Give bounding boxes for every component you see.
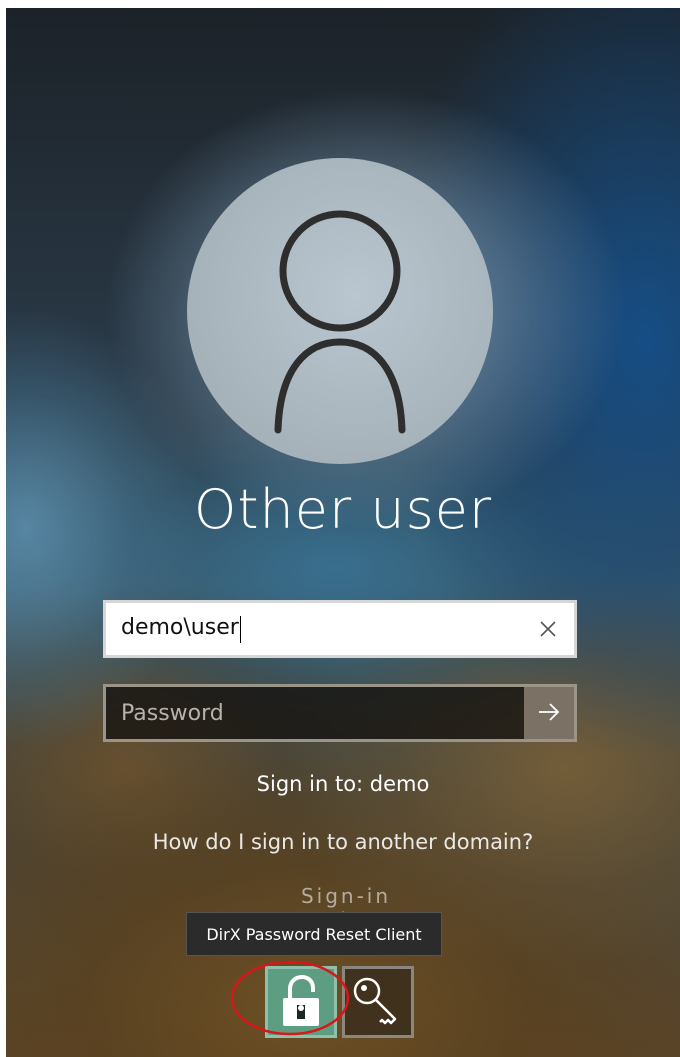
sign-in-domain-text: Sign in to: demo (256, 772, 430, 796)
provider-tooltip: DirX Password Reset Client (186, 912, 442, 956)
password-reset-provider-button[interactable] (265, 966, 337, 1038)
user-name-title: Other user (193, 478, 493, 541)
text-caret (239, 616, 241, 643)
user-silhouette-icon (274, 210, 406, 434)
lock-screen-background: Other user demo\user Password Sign in to… (6, 8, 680, 1057)
padlock-icon (283, 974, 319, 1026)
close-x-icon (540, 615, 556, 643)
password-provider-button[interactable] (342, 966, 414, 1038)
submit-button[interactable] (524, 687, 574, 739)
arrow-right-icon (538, 698, 560, 728)
clear-username-button[interactable] (532, 612, 564, 646)
key-icon (353, 977, 397, 1025)
user-avatar (187, 158, 493, 464)
username-value[interactable]: demo\user (106, 615, 241, 643)
password-input[interactable]: Password (103, 684, 577, 742)
username-input[interactable]: demo\user (103, 600, 577, 658)
password-placeholder: Password (121, 700, 224, 726)
other-domain-help-link[interactable]: How do I sign in to another domain? (6, 830, 680, 854)
